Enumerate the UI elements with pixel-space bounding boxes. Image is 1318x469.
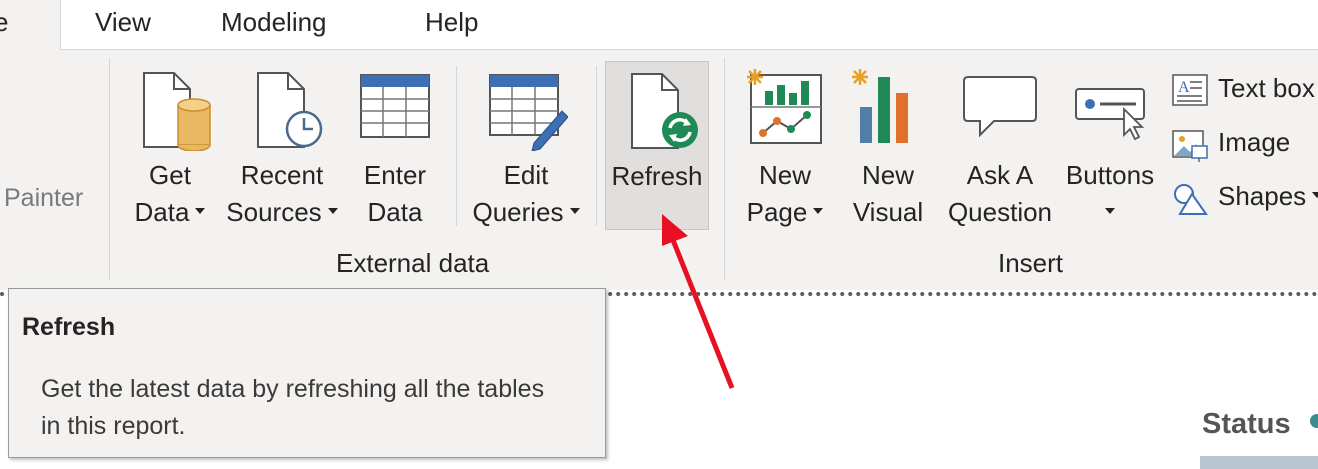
text-box-label: Text box: [1218, 73, 1315, 103]
refresh-icon: [631, 73, 698, 149]
group-separator: [109, 58, 110, 280]
get-data-label-line2: Data: [126, 194, 214, 231]
edit-queries-icon: [489, 74, 568, 151]
ask-a-question-label-line2: Question: [947, 197, 1053, 227]
group-separator: [724, 58, 725, 280]
tab-home[interactable]: e: [0, 0, 61, 51]
text-box-button[interactable]: A Text box: [1172, 70, 1318, 110]
buttons-dropdown: [1060, 194, 1160, 231]
enter-data-label-line1: Enter: [363, 160, 427, 190]
new-visual-label-line2: Visual: [852, 197, 924, 227]
tab-view[interactable]: View: [95, 7, 151, 38]
status-title: Status: [1202, 408, 1291, 440]
speech-bubble-icon: [963, 76, 1037, 138]
buttons-label: Buttons: [1065, 160, 1155, 190]
tab-help[interactable]: Help: [425, 7, 478, 38]
shapes-button[interactable]: Shapes: [1172, 178, 1318, 218]
status-dot: [1310, 414, 1318, 428]
new-visual-label-line1: New: [861, 160, 914, 190]
get-data-label-line1: Get: [149, 160, 191, 190]
shapes-icon: [1174, 184, 1208, 215]
new-page-label-line2: Page: [740, 194, 830, 231]
edit-queries-label-line1: Edit: [503, 160, 549, 190]
button-shape-icon: [1075, 88, 1145, 141]
ask-a-question-button[interactable]: Ask A Question: [942, 65, 1058, 233]
buttons-button[interactable]: Buttons: [1060, 65, 1160, 233]
image-button[interactable]: Image: [1172, 124, 1318, 164]
recent-sources-button[interactable]: Recent Sources: [226, 65, 338, 233]
refresh-tooltip: Refresh Get the latest data by refreshin…: [8, 288, 606, 458]
svg-text:A: A: [1178, 79, 1190, 96]
chevron-down-icon: [1105, 208, 1115, 215]
ask-a-question-label-line1: Ask A: [966, 160, 1034, 190]
text-box-icon: A: [1172, 74, 1208, 106]
ribbon-tab-bar: e View Modeling Help: [0, 0, 1318, 51]
shapes-label: Shapes: [1218, 181, 1318, 212]
new-visual-button[interactable]: New Visual: [846, 65, 930, 233]
recent-sources-icon: [257, 72, 323, 148]
recent-sources-label-line1: Recent: [240, 160, 324, 190]
table-icon: [360, 74, 430, 138]
chevron-down-icon: [1312, 192, 1318, 199]
chevron-down-icon: [195, 208, 206, 215]
tooltip-body: Get the latest data by refreshing all th…: [41, 375, 545, 440]
chevron-down-icon: [327, 208, 338, 215]
enter-data-label-line2: Data: [367, 197, 423, 227]
button-separator: [456, 66, 457, 226]
enter-data-button[interactable]: Enter Data: [352, 65, 438, 233]
recent-sources-label-line2: Sources: [226, 194, 338, 231]
visual-thumbnail: [1200, 456, 1318, 469]
tab-home-label: e: [0, 7, 9, 37]
refresh-label: Refresh: [611, 161, 703, 191]
insert-group-label: Insert: [998, 248, 1064, 278]
new-page-label-line1: New: [758, 160, 811, 190]
format-painter-label[interactable]: Painter: [4, 184, 83, 213]
chevron-down-icon: [813, 208, 824, 215]
tab-modeling[interactable]: Modeling: [221, 7, 327, 38]
tooltip-title: Refresh: [22, 313, 116, 341]
image-icon: [1172, 130, 1208, 162]
edit-queries-button[interactable]: Edit Queries: [468, 65, 584, 233]
ribbon: Painter Get Data Recent Sources Enter Da…: [0, 50, 1318, 290]
image-label: Image: [1218, 127, 1291, 157]
new-page-button[interactable]: New Page: [740, 65, 830, 233]
get-data-icon: [143, 72, 211, 151]
button-separator: [596, 66, 597, 226]
refresh-button[interactable]: Refresh: [605, 61, 709, 230]
new-page-icon: [747, 69, 822, 144]
edit-queries-label-line2: Queries: [468, 194, 584, 231]
external-data-group-label: External data: [336, 248, 490, 278]
chevron-down-icon: [569, 208, 580, 215]
get-data-button[interactable]: Get Data: [126, 65, 214, 233]
new-visual-icon: [852, 69, 908, 143]
